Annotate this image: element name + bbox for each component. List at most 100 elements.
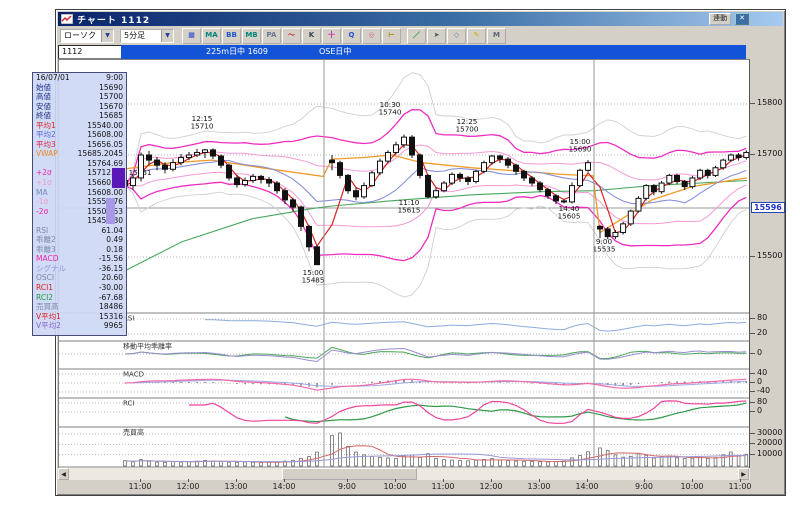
data-window-row: 乖離3 0.18 <box>36 244 123 254</box>
data-window-row: 安値 15670 <box>36 101 123 111</box>
data-window-row: V平均1 15316 <box>36 311 123 321</box>
session-label: OSE日中 <box>319 47 352 56</box>
macd-panel: MACD <box>59 368 749 393</box>
chart-annotation: 15690 <box>569 145 592 154</box>
title-bar[interactable]: チャート 1112 連動 ✕ <box>58 12 783 26</box>
chart-annotation: 15700 <box>456 125 479 134</box>
kairi-axis-label: 0 <box>757 348 763 357</box>
chart-annotation: 15605 <box>558 212 581 221</box>
macd-axis-label: 40 <box>757 368 768 377</box>
data-window-row: 売買高 18486 <box>36 302 123 312</box>
data-window-row: VWAP 15685.2045 <box>36 149 123 159</box>
vol-label: 売買高 <box>123 428 144 437</box>
wave-indicator-icon[interactable]: 〜 <box>282 27 301 44</box>
mb-indicator-icon[interactable]: MB <box>242 27 261 44</box>
price-marker-block-light <box>106 198 115 224</box>
window-title: チャート 1112 <box>77 15 151 26</box>
chart-annotation: 15615 <box>398 206 421 215</box>
time-axis: 11:00 12:00 13:00 14:00 9:00 10:00 11:00 12:00 1… <box>58 479 785 493</box>
macd-label: MACD <box>123 371 144 379</box>
vol-panel: 売買高 <box>59 426 749 467</box>
ruler-icon[interactable]: ⊢ <box>382 27 401 44</box>
data-window-row: 16/07/01 9:00 <box>36 73 123 82</box>
rsi-panel: RSI <box>59 312 749 335</box>
pa-indicator-icon[interactable]: PA <box>262 27 281 44</box>
data-window-row: OSCI 20.60 <box>36 273 123 283</box>
rci-axis-label: 80 <box>757 397 768 406</box>
macd-axis-label: 0 <box>757 377 763 386</box>
price-study-icon[interactable]: K <box>302 27 321 44</box>
eraser-icon[interactable]: ◇ <box>447 27 466 44</box>
data-window-row: MA 15608.00 <box>36 187 123 197</box>
price-marker-block <box>112 168 125 188</box>
price-axis: 15800 15700 15500 80 20 0 40 0 -40 80 0 30000 20000 1… <box>750 59 785 467</box>
data-window-row: 高値 15700 <box>36 92 123 102</box>
link-windows-button[interactable]: 連動 <box>709 13 732 25</box>
time-axis-label: 13:00 <box>224 482 248 491</box>
rci-panel: RCI <box>59 397 749 424</box>
chart-window: チャート 1112 連動 ✕ ローソク ▼ 5分足 ▼ ▦ MA BB MB PA 〜 K 十… <box>32 9 786 496</box>
pen-icon[interactable]: ✎ <box>467 27 486 44</box>
rci-label: RCI <box>123 400 134 408</box>
ma-indicator-icon[interactable]: MA <box>202 27 221 44</box>
time-axis-label: 9:00 <box>635 482 653 491</box>
current-price-marker: 15596 <box>751 202 785 214</box>
settings-icon[interactable]: ◎ <box>362 27 381 44</box>
price-chart-area[interactable]: 12:15 15710 15:00 15485 10:30 15740 11:10 15615… <box>32 59 750 468</box>
time-axis-label: 11:00 <box>128 482 152 491</box>
time-axis-label: 12:00 <box>176 482 200 491</box>
chevron-down-icon[interactable]: ▼ <box>101 29 113 42</box>
data-window-row: V平均2 9965 <box>36 321 123 331</box>
draw-line-icon[interactable]: ／ <box>407 27 426 44</box>
chart-type-value: ローソク <box>64 31 96 40</box>
horizontal-scrollbar[interactable]: ◀ ▶ <box>58 468 750 480</box>
price-axis-label: 15700 <box>757 149 783 158</box>
close-icon[interactable]: ✕ <box>735 13 749 25</box>
crosshair-icon[interactable]: 十 <box>322 27 341 44</box>
chart-type-icon[interactable]: ▦ <box>182 27 201 44</box>
symbol-input[interactable]: 1112 <box>58 45 124 59</box>
rsi-axis-label: 20 <box>757 328 768 337</box>
app-icon <box>61 14 73 24</box>
scrollbar-thumb[interactable] <box>282 468 417 480</box>
data-window-row: 平均3 15656.05 <box>36 139 123 149</box>
rci-axis-label: 0 <box>757 406 763 415</box>
time-axis-label: 12:00 <box>479 482 503 491</box>
price-panel: 12:151571015:001548510:301574011:1015615… <box>59 72 749 298</box>
vol-axis-label: 10000 <box>757 448 783 458</box>
time-axis-label: 11:00 <box>431 482 455 491</box>
data-window-row: RCI2 -67.68 <box>36 292 123 302</box>
zoom-icon[interactable]: Q <box>342 27 361 44</box>
contract-label: 225m日中 1609 <box>206 47 268 56</box>
bollinger-band-icon[interactable]: BB <box>222 27 241 44</box>
data-window-row: 乖離2 0.49 <box>36 235 123 245</box>
price-axis-label: 15800 <box>757 98 783 107</box>
compare-icon[interactable]: M <box>487 27 506 44</box>
macd-axis-label: -40 <box>757 386 771 395</box>
time-axis-label: 9:00 <box>338 482 356 491</box>
rsi-axis-label: 80 <box>757 313 768 322</box>
pointer-icon[interactable]: ➤ <box>427 27 446 44</box>
vol-axis-label: 30000 <box>757 428 783 437</box>
time-axis-label: 11:00 <box>728 482 752 491</box>
kairi-panel: 移動平均乖離率 <box>59 340 749 363</box>
chevron-down-icon[interactable]: ▼ <box>161 29 173 42</box>
vol-axis-label: 20000 <box>757 438 783 448</box>
chart-canvas[interactable]: 12:151571015:001548510:301574011:1015615… <box>59 60 749 468</box>
desktop: チャート 1112 連動 ✕ ローソク ▼ 5分足 ▼ ▦ MA BB MB PA 〜 K 十… <box>0 0 800 507</box>
toolbar-icons: ▦ MA BB MB PA 〜 K 十 Q ◎ ⊢ ／ ➤ ◇ ✎ M <box>182 27 507 44</box>
data-window-row: 始値 15690 <box>36 82 123 92</box>
chart-annotation: 15535 <box>593 245 616 254</box>
time-axis-label: 10:00 <box>680 482 704 491</box>
toolbar: ローソク ▼ 5分足 ▼ ▦ MA BB MB PA 〜 K 十 Q ◎ ⊢ ／ ➤ ◇ ✎ M <box>58 27 783 44</box>
chart-type-select[interactable]: ローソク ▼ <box>60 28 114 43</box>
scroll-left-icon[interactable]: ◀ <box>58 468 69 480</box>
timeframe-select[interactable]: 5分足 ▼ <box>120 28 174 43</box>
time-axis-label: 14:00 <box>272 482 296 491</box>
time-axis-label: 10:00 <box>383 482 407 491</box>
time-axis-label: 14:00 <box>575 482 599 491</box>
time-axis-label: 13:00 <box>527 482 551 491</box>
contract-info-bar[interactable]: 225m日中 1609 OSE日中 <box>121 45 746 59</box>
data-window-row: 終値 15685 <box>36 111 123 121</box>
chart-annotation: 15485 <box>302 276 325 285</box>
